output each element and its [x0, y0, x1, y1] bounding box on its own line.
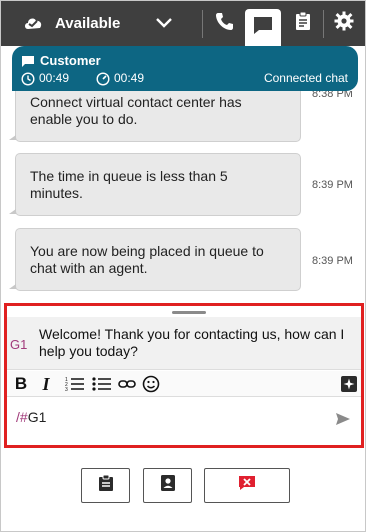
- tasks-button[interactable]: [285, 1, 321, 46]
- action-bar: [1, 451, 365, 531]
- bubble-tail: [9, 135, 16, 140]
- bold-icon[interactable]: B: [14, 374, 28, 394]
- task-icon: [98, 474, 114, 497]
- message-input[interactable]: /#G1: [16, 409, 46, 425]
- bubble-tail: [9, 209, 16, 214]
- timer-icon: [96, 72, 110, 91]
- chat-icon: [21, 55, 35, 73]
- message-text: minutes.: [30, 185, 83, 201]
- gear-icon: [334, 11, 354, 36]
- toolbar-divider: [202, 10, 203, 38]
- quick-connects-button[interactable]: [143, 468, 192, 503]
- agent-status-label: Available: [55, 15, 121, 32]
- clock-icon: [21, 72, 35, 91]
- message-text: The time in queue is less than 5: [30, 168, 228, 184]
- message-time: 8:39 PM: [312, 179, 353, 191]
- quick-response-suggestion[interactable]: G1 Welcome! Thank you for contacting us,…: [7, 317, 361, 370]
- emoji-icon[interactable]: [141, 374, 161, 394]
- top-bar: Available: [1, 1, 365, 46]
- message-text: Connect virtual contact center has: [30, 94, 242, 110]
- phone-icon: [214, 11, 234, 36]
- message-time: 8:38 PM: [312, 91, 353, 100]
- end-chat-button[interactable]: [204, 468, 290, 503]
- create-task-button[interactable]: [81, 468, 130, 503]
- ccp-window: Available Customer 00:49 00:49 Connected…: [0, 0, 366, 532]
- quick-response-icon[interactable]: [339, 374, 359, 394]
- chat-icon: [252, 15, 274, 40]
- message-text: chat with an agent.: [30, 260, 148, 276]
- bulleted-list-icon[interactable]: [91, 374, 113, 394]
- phone-button[interactable]: [206, 1, 242, 46]
- contact-duration: 00:49: [39, 71, 70, 85]
- input-value: G1: [27, 409, 47, 425]
- contact-card-icon: [159, 474, 177, 497]
- message-bubble: The time in queue is less than 5 minutes…: [9, 153, 301, 216]
- agent-status-dropdown[interactable]: Available: [1, 1, 201, 46]
- svg-text:3: 3: [65, 387, 68, 392]
- toolbar-divider: [323, 10, 324, 38]
- chat-tab-button[interactable]: [245, 9, 281, 46]
- message-time: 8:39 PM: [312, 255, 353, 267]
- wait-duration: 00:49: [114, 71, 145, 85]
- message-bubble: Connect virtual contact center has enabl…: [9, 91, 301, 142]
- contact-name: Customer: [40, 53, 101, 68]
- resize-handle[interactable]: [172, 311, 206, 314]
- settings-button[interactable]: [326, 1, 362, 46]
- chevron-down-icon: [155, 16, 173, 35]
- numbered-list-icon[interactable]: 123: [64, 374, 86, 394]
- quick-response-text: Welcome! Thank you for contacting us, ho…: [39, 326, 345, 359]
- chat-transcript[interactable]: Connect virtual contact center has enabl…: [1, 91, 365, 303]
- quick-response-code: G1: [10, 337, 28, 352]
- formatting-toolbar: B I 123: [7, 371, 361, 397]
- link-icon[interactable]: [118, 374, 136, 394]
- compose-area: G1 Welcome! Thank you for contacting us,…: [4, 303, 364, 448]
- cloud-status-icon: [23, 14, 45, 37]
- italic-icon[interactable]: I: [40, 374, 52, 394]
- message-text: enable you to do.: [30, 111, 138, 127]
- contact-state: Connected chat: [263, 71, 348, 85]
- bubble-tail: [9, 284, 16, 289]
- clipboard-icon: [294, 11, 312, 36]
- contact-header[interactable]: Customer 00:49 00:49 Connected chat: [12, 46, 358, 92]
- message-text: You are now being placed in queue to: [30, 243, 264, 259]
- send-icon[interactable]: [335, 412, 351, 431]
- message-bubble: You are now being placed in queue to cha…: [9, 228, 301, 291]
- input-prefix: /#: [16, 409, 28, 425]
- end-chat-icon: [238, 475, 256, 496]
